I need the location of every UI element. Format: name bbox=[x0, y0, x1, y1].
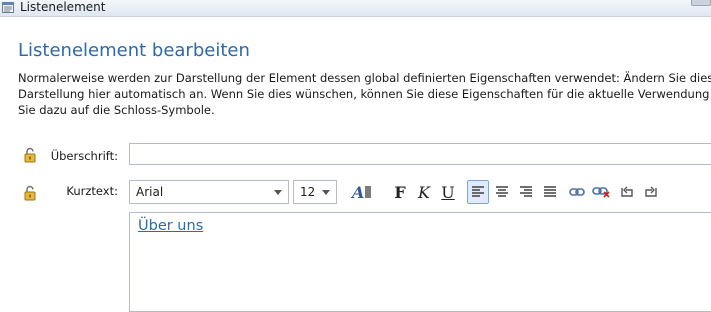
font-size-value: 12 bbox=[300, 185, 316, 199]
window-titlebar: Listenelement bbox=[0, 0, 711, 17]
chevron-down-icon bbox=[274, 190, 282, 195]
align-center-button[interactable] bbox=[491, 180, 513, 204]
lock-open-icon[interactable] bbox=[23, 185, 39, 201]
kurztext-label: Kurztext: bbox=[66, 184, 118, 198]
underline-icon: U bbox=[441, 182, 455, 202]
page-title: Listenelement bearbeiten bbox=[18, 40, 250, 61]
svg-text:A: A bbox=[351, 183, 364, 201]
undo-button[interactable] bbox=[616, 180, 638, 204]
text-color-button[interactable]: A bbox=[351, 180, 373, 204]
lock-open-icon[interactable] bbox=[23, 147, 39, 163]
align-left-icon bbox=[472, 186, 484, 197]
align-justify-button[interactable] bbox=[539, 180, 561, 204]
kurztext-editor[interactable]: Über uns bbox=[129, 212, 711, 312]
text-color-icon: A bbox=[351, 183, 371, 201]
chevron-down-icon bbox=[322, 190, 330, 195]
insert-link-icon bbox=[569, 188, 585, 196]
description-line: Sie dazu auf die Schloss-Symbole. bbox=[18, 103, 215, 117]
remove-link-icon bbox=[592, 187, 610, 198]
ueberschrift-label: Überschrift: bbox=[50, 149, 118, 163]
ueberschrift-input[interactable] bbox=[129, 143, 711, 165]
window-control-button[interactable] bbox=[691, 0, 711, 6]
align-left-button[interactable] bbox=[467, 180, 489, 204]
redo-icon bbox=[645, 186, 657, 197]
bold-icon: F bbox=[394, 182, 406, 202]
align-right-icon bbox=[520, 186, 532, 197]
description-text: Normalerweise werden zur Darstellung der… bbox=[18, 70, 711, 118]
align-justify-icon bbox=[544, 186, 556, 197]
align-center-icon bbox=[496, 186, 508, 197]
redo-button[interactable] bbox=[640, 180, 662, 204]
font-family-value: Arial bbox=[136, 185, 164, 199]
underline-button[interactable]: U bbox=[437, 180, 459, 204]
description-line: Darstellung hier automatisch an. Wenn Si… bbox=[18, 87, 711, 101]
bold-button[interactable]: F bbox=[389, 180, 411, 204]
editor-link[interactable]: Über uns bbox=[138, 218, 203, 234]
description-line: Normalerweise werden zur Darstellung der… bbox=[18, 71, 711, 85]
window-title: Listenelement bbox=[20, 0, 106, 14]
window-app-icon bbox=[2, 2, 14, 13]
font-family-select[interactable]: Arial bbox=[129, 180, 289, 204]
font-size-select[interactable]: 12 bbox=[293, 180, 337, 204]
remove-link-button[interactable] bbox=[590, 180, 612, 204]
insert-link-button[interactable] bbox=[566, 180, 588, 204]
undo-icon bbox=[621, 186, 633, 197]
align-right-button[interactable] bbox=[515, 180, 537, 204]
italic-button[interactable]: K bbox=[413, 180, 435, 204]
italic-icon: K bbox=[418, 182, 430, 202]
